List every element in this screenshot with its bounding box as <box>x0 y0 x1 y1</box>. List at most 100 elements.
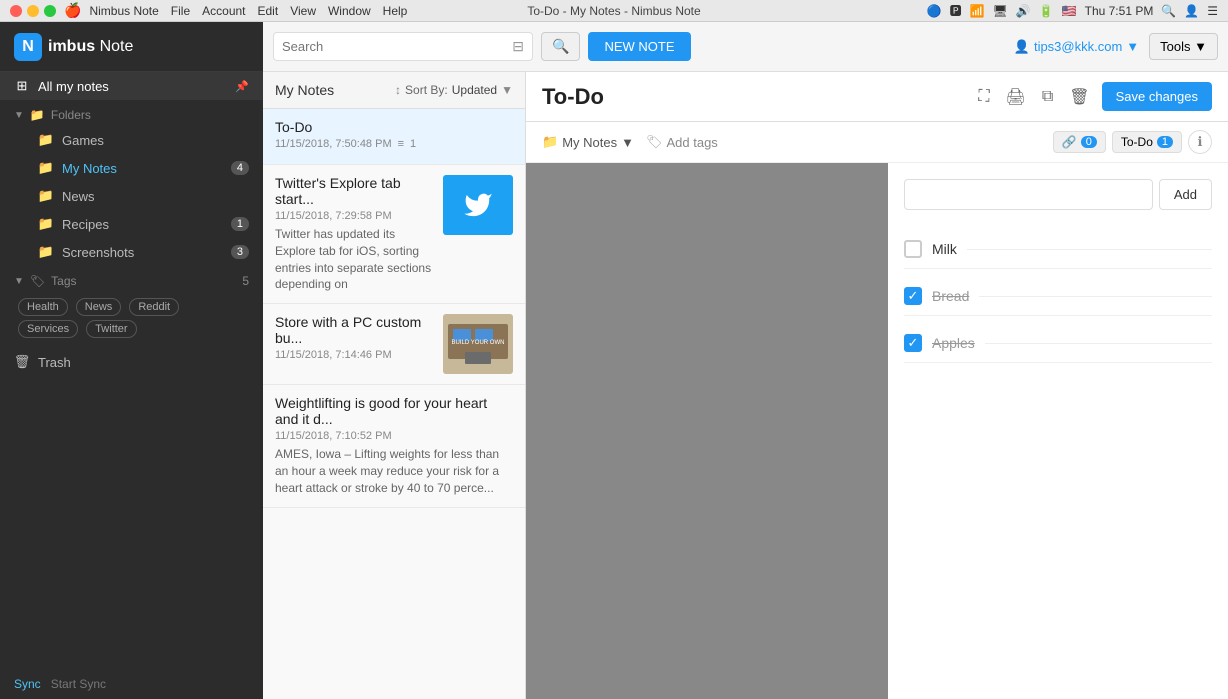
info-button[interactable]: ℹ <box>1188 130 1212 154</box>
link-button[interactable]: 🔗 0 <box>1053 131 1106 153</box>
note-title-weightlifting: Weightlifting is good for your heart and… <box>275 395 513 427</box>
user-icon: 👤 <box>1014 39 1030 55</box>
menu-file[interactable]: File <box>171 4 190 18</box>
toolbar-right: 👤 tips3@kkk.com ▼ Tools ▼ <box>1014 33 1218 60</box>
editor-header: To-Do ⛶ 🖨 ⧉ 🗑 Save changes <box>526 72 1228 122</box>
delete-button[interactable]: 🗑 <box>1065 83 1093 111</box>
sidebar-item-games[interactable]: 📁 Games <box>0 126 263 154</box>
news-label: News <box>62 189 95 204</box>
tools-button[interactable]: Tools ▼ <box>1149 33 1218 60</box>
search-button[interactable]: 🔍 <box>541 32 580 61</box>
note-title-todo: To-Do <box>275 119 513 135</box>
note-with-thumb-twitter: Twitter's Explore tab start... 11/15/201… <box>275 175 513 293</box>
add-todo-input[interactable] <box>904 179 1153 210</box>
sort-value: Updated <box>452 83 497 97</box>
note-count-todo: 1 <box>410 138 416 150</box>
sidebar-item-news[interactable]: 📁 News <box>0 182 263 210</box>
sidebar-item-all-notes[interactable]: ⊞ All my notes 📌 <box>0 72 263 100</box>
news-folder-icon: 📁 <box>38 188 54 204</box>
editor-actions: ⛶ 🖨 ⧉ 🗑 Save changes <box>974 82 1212 111</box>
tag-services[interactable]: Services <box>18 320 78 338</box>
close-button[interactable] <box>10 5 22 17</box>
note-item-weightlifting[interactable]: Weightlifting is good for your heart and… <box>263 385 525 507</box>
recipes-folder-icon: 📁 <box>38 216 54 232</box>
todo-text-milk: Milk <box>932 241 957 257</box>
search-input[interactable] <box>282 39 506 54</box>
menu-help[interactable]: Help <box>383 4 408 18</box>
window-title: To-Do - My Notes - Nimbus Note <box>527 4 700 18</box>
sort-label: Sort By: <box>405 83 448 97</box>
sort-area[interactable]: ↕ Sort By: Updated ▼ <box>395 83 513 97</box>
logo-icon: N <box>14 33 42 61</box>
todo-checkbox-milk[interactable] <box>904 240 922 258</box>
minimize-button[interactable] <box>27 5 39 17</box>
tag-twitter[interactable]: Twitter <box>86 320 136 338</box>
screenshots-badge: 3 <box>231 245 249 259</box>
screenshots-label: Screenshots <box>62 245 134 260</box>
sidebar: N imbus Note ⊞ All my notes 📌 ▼ 📁 Folder… <box>0 22 263 699</box>
tag-count: 1 <box>1157 136 1173 148</box>
tag-health[interactable]: Health <box>18 298 68 316</box>
maximize-button[interactable] <box>44 5 56 17</box>
folder-name: My Notes <box>562 135 617 150</box>
note-item-todo[interactable]: To-Do 11/15/2018, 7:50:48 PM ≡ 1 <box>263 109 525 165</box>
sidebar-item-my-notes[interactable]: 📁 My Notes 4 <box>0 154 263 182</box>
menu-edit[interactable]: Edit <box>258 4 279 18</box>
todo-checkbox-apples[interactable]: ✓ <box>904 334 922 352</box>
folders-section[interactable]: ▼ 📁 Folders <box>0 100 263 126</box>
tags-count-badge: 5 <box>242 274 249 288</box>
start-sync-label[interactable]: Start Sync <box>51 677 106 691</box>
menu-nimbus[interactable]: Nimbus Note <box>89 4 158 18</box>
tag-symbol: 🏷 <box>646 134 663 150</box>
link-icon: 🔗 <box>1062 135 1077 149</box>
new-note-button[interactable]: NEW NOTE <box>588 32 690 61</box>
tag-news[interactable]: News <box>76 298 122 316</box>
menu-view[interactable]: View <box>290 4 316 18</box>
apple-icon: 🍎 <box>64 2 81 19</box>
note-item-store[interactable]: Store with a PC custom bu... 11/15/2018,… <box>263 304 525 385</box>
todo-checkbox-bread[interactable]: ✓ <box>904 287 922 305</box>
tags-section[interactable]: ▼ 🏷 Tags 5 <box>0 266 263 292</box>
editor-toolbar-right: 🔗 0 To-Do 1 ℹ <box>1053 130 1212 154</box>
note-thumb-store: BUILD YOUR OWN <box>443 314 513 374</box>
toolbar: ⊟ 🔍 NEW NOTE 👤 tips3@kkk.com ▼ Tools ▼ <box>263 22 1228 72</box>
note-preview-twitter: Twitter has updated its Explore tab for … <box>275 226 433 293</box>
todo-line-bread <box>979 296 1212 297</box>
tag-button[interactable]: To-Do 1 <box>1112 131 1182 153</box>
sidebar-item-trash[interactable]: 🗑 Trash <box>0 348 263 376</box>
search-box: ⊟ <box>273 32 533 61</box>
link-count: 0 <box>1081 136 1097 148</box>
tag-reddit[interactable]: Reddit <box>129 298 179 316</box>
note-title-area: To-Do <box>542 84 974 110</box>
menu-account[interactable]: Account <box>202 4 245 18</box>
user-icon[interactable]: 👤 <box>1184 4 1199 18</box>
filter-icon[interactable]: ⊟ <box>512 38 524 55</box>
notes-list-header: My Notes ↕ Sort By: Updated ▼ <box>263 72 525 109</box>
list-icon-todo: ≡ <box>398 138 404 150</box>
todo-item-apples: ✓ Apples <box>904 324 1212 363</box>
add-todo-button[interactable]: Add <box>1159 179 1212 210</box>
sync-label[interactable]: Sync <box>14 677 41 691</box>
duplicate-button[interactable]: ⧉ <box>1038 84 1057 110</box>
editor-left-panel <box>526 163 888 699</box>
search-icon[interactable]: 🔍 <box>1161 4 1176 18</box>
note-title-store: Store with a PC custom bu... <box>275 314 433 346</box>
title-bar-right: 🔵 🅿 📶 🖥 🔊 🔋 🇺🇸 Thu 7:51 PM 🔍 👤 ☰ <box>927 2 1218 19</box>
note-title: To-Do <box>542 84 604 110</box>
list-icon[interactable]: ☰ <box>1207 4 1218 18</box>
folder-dropdown: ▼ <box>621 135 634 150</box>
sidebar-item-screenshots[interactable]: 📁 Screenshots 3 <box>0 238 263 266</box>
editor-content: Add Milk ✓ Bread <box>526 163 1228 699</box>
user-menu[interactable]: 👤 tips3@kkk.com ▼ <box>1014 39 1139 55</box>
expand-button[interactable]: ⛶ <box>974 84 993 110</box>
sidebar-item-recipes[interactable]: 📁 Recipes 1 <box>0 210 263 238</box>
note-preview-weightlifting: AMES, Iowa – Lifting weights for less th… <box>275 446 513 496</box>
print-button[interactable]: 🖨 <box>1002 83 1030 111</box>
add-tags[interactable]: 🏷 Add tags <box>646 134 718 150</box>
save-button[interactable]: Save changes <box>1102 82 1212 111</box>
content-area: My Notes ↕ Sort By: Updated ▼ To-Do 11/1… <box>263 72 1228 699</box>
note-item-twitter[interactable]: Twitter's Explore tab start... 11/15/201… <box>263 165 525 304</box>
folder-breadcrumb[interactable]: 📁 My Notes ▼ <box>542 134 634 150</box>
menu-window[interactable]: Window <box>328 4 371 18</box>
sort-dropdown-icon: ▼ <box>501 83 513 97</box>
